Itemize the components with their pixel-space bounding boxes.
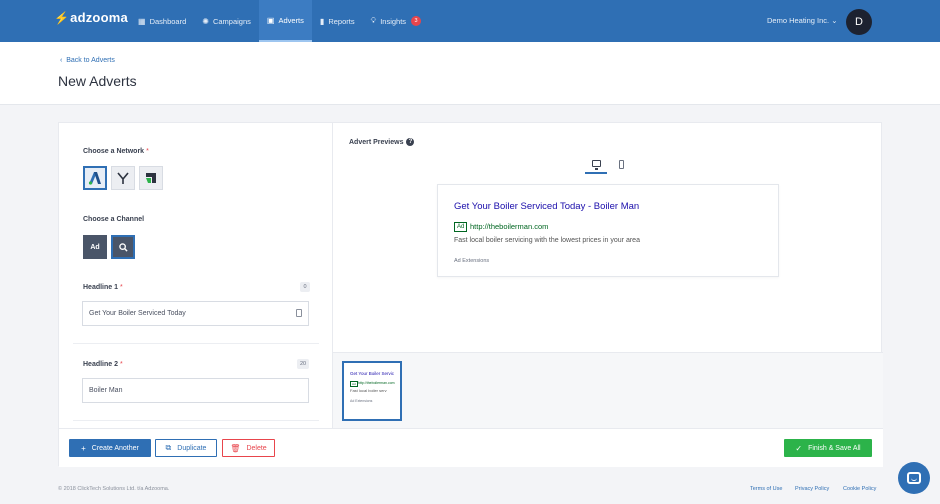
top-navigation-bar: ⚡ adzooma ▦ Dashboard ✺ Campaigns ▣ Adve… (0, 0, 940, 42)
nav-item-insights[interactable]: 💡︎ Insights 3 (363, 0, 429, 42)
advert-previews-title: Advert Previews? (349, 138, 415, 146)
headline-2-char-counter: 20 (297, 359, 310, 369)
account-menu[interactable]: Demo Heating Inc. ⌄ (767, 16, 838, 25)
advert-editor-card: Choose a Network * Choose a Channel Ad H… (58, 122, 883, 467)
headline-1-input[interactable]: Get Your Boiler Serviced Today (82, 301, 309, 326)
checkmark-icon: ✓ (795, 443, 803, 453)
copyright-text: © 2018 ClickTech Solutions Ltd. t/a Adzo… (58, 486, 170, 492)
nav-item-adverts[interactable]: ▣ Adverts (258, 0, 312, 42)
create-another-button[interactable]: + Create Another (69, 439, 151, 457)
trash-icon: 🗑︎ (230, 443, 241, 453)
divider (73, 420, 319, 421)
delete-button[interactable]: 🗑︎ Delete (222, 439, 275, 457)
thumb-url: http://theboilerman.com (358, 381, 395, 385)
nav-item-label: Dashboard (149, 16, 187, 26)
search-icon (118, 242, 128, 252)
channel-ad-button[interactable]: Ad (83, 235, 107, 259)
headline-1-label: Headline 1 * (83, 284, 123, 291)
privacy-policy-link[interactable]: Privacy Policy (795, 486, 829, 492)
desktop-icon (591, 159, 601, 170)
chevron-down-icon: ⌄ (831, 16, 838, 25)
card-actions-bar: + Create Another ⧉ Duplicate 🗑︎ Delete ✓ Fin… (59, 428, 883, 467)
desktop-preview-tab[interactable] (585, 154, 607, 174)
advert-form-panel[interactable]: Choose a Network * Choose a Channel Ad H… (59, 123, 333, 428)
copy-icon: ⧉ (165, 443, 172, 452)
headline-2-input[interactable]: Boiler Man (82, 378, 309, 403)
thumb-ad-badge: Ad (350, 381, 358, 387)
advert-preview-panel: Advert Previews? Get Your Boiler Service… (333, 123, 883, 352)
mobile-icon (618, 159, 624, 169)
ad-preview-description: Fast local boiler servicing with the low… (454, 237, 640, 244)
logo-text: adzooma (70, 10, 128, 25)
bolt-icon: ⚡ (54, 10, 70, 25)
ad-preview-headline: Get Your Boiler Serviced Today - Boiler … (454, 201, 640, 212)
avatar[interactable]: D (846, 9, 872, 35)
thumb-extensions: Ad Extensions (350, 399, 373, 403)
cookie-policy-link[interactable]: Cookie Policy (843, 486, 876, 492)
mobile-preview-tab[interactable] (610, 154, 632, 174)
nav-item-label: Insights (380, 16, 407, 26)
thumb-headline: Get Your Boiler Servic (350, 371, 395, 376)
network-yahoo-button[interactable] (111, 166, 135, 190)
dashboard-icon: ▦ (138, 16, 146, 26)
nav-item-label: Campaigns (212, 16, 251, 26)
channel-label: Choose a Channel (83, 216, 145, 223)
plus-icon: + (81, 443, 86, 453)
adzooma-logo[interactable]: ⚡ adzooma (54, 10, 128, 25)
nav-item-reports[interactable]: ▮ Reports (312, 0, 363, 42)
network-label: Choose a Network * (83, 148, 149, 155)
yahoo-logo-icon (117, 172, 129, 184)
insights-count-badge: 3 (411, 16, 422, 26)
ad-preview-card: Get Your Boiler Serviced Today - Boiler … (437, 184, 779, 277)
network-bing-button[interactable] (139, 166, 163, 190)
nav-item-dashboard[interactable]: ▦ Dashboard (130, 0, 194, 42)
headline-2-label: Headline 2 * (83, 361, 123, 368)
nav-item-campaigns[interactable]: ✺ Campaigns (194, 0, 259, 42)
chat-icon (907, 472, 921, 484)
ad-preview-url: http://theboilerman.com (470, 222, 549, 231)
adverts-icon: ▣ (266, 15, 275, 25)
bing-logo-icon (146, 173, 156, 183)
help-icon[interactable]: ? (406, 138, 415, 146)
adwords-logo-icon (88, 172, 101, 185)
duplicate-button[interactable]: ⧉ Duplicate (155, 439, 217, 457)
account-name: Demo Heating Inc. (767, 16, 830, 25)
headline-1-value: Get Your Boiler Serviced Today (89, 310, 186, 317)
advert-thumbnails-strip: Get Your Boiler Servic Ad http://theboil… (333, 352, 883, 428)
lightbulb-icon: 💡︎ (370, 16, 377, 25)
page-title: New Adverts (58, 73, 137, 89)
finish-and-save-all-button[interactable]: ✓ Finish & Save All (784, 439, 872, 457)
headline-1-char-counter: 0 (300, 282, 310, 292)
nav-item-label: Adverts (278, 15, 304, 25)
thumb-description: Fast local boiler serv (350, 388, 387, 393)
headline-2-value: Boiler Man (89, 387, 123, 394)
network-adwords-button[interactable] (83, 166, 107, 190)
page-header: ‹ Back to Adverts New Adverts (0, 42, 940, 105)
document-icon (296, 309, 302, 317)
reports-icon: ▮ (319, 16, 325, 26)
advert-thumbnail[interactable]: Get Your Boiler Servic Ad http://theboil… (342, 361, 402, 421)
terms-of-use-link[interactable]: Terms of Use (750, 486, 782, 492)
divider (73, 343, 319, 344)
main-nav: ▦ Dashboard ✺ Campaigns ▣ Adverts ▮ Repo… (130, 0, 429, 42)
ad-label-badge: Ad (454, 222, 468, 232)
channel-search-button[interactable] (111, 235, 135, 259)
back-to-adverts-link[interactable]: ‹ Back to Adverts (60, 57, 115, 64)
ad-preview-extensions: Ad Extensions (454, 258, 490, 264)
campaigns-icon: ✺ (202, 16, 209, 26)
back-link-label: Back to Adverts (66, 57, 115, 64)
nav-item-label: Reports (328, 16, 355, 26)
live-chat-button[interactable] (898, 462, 930, 494)
